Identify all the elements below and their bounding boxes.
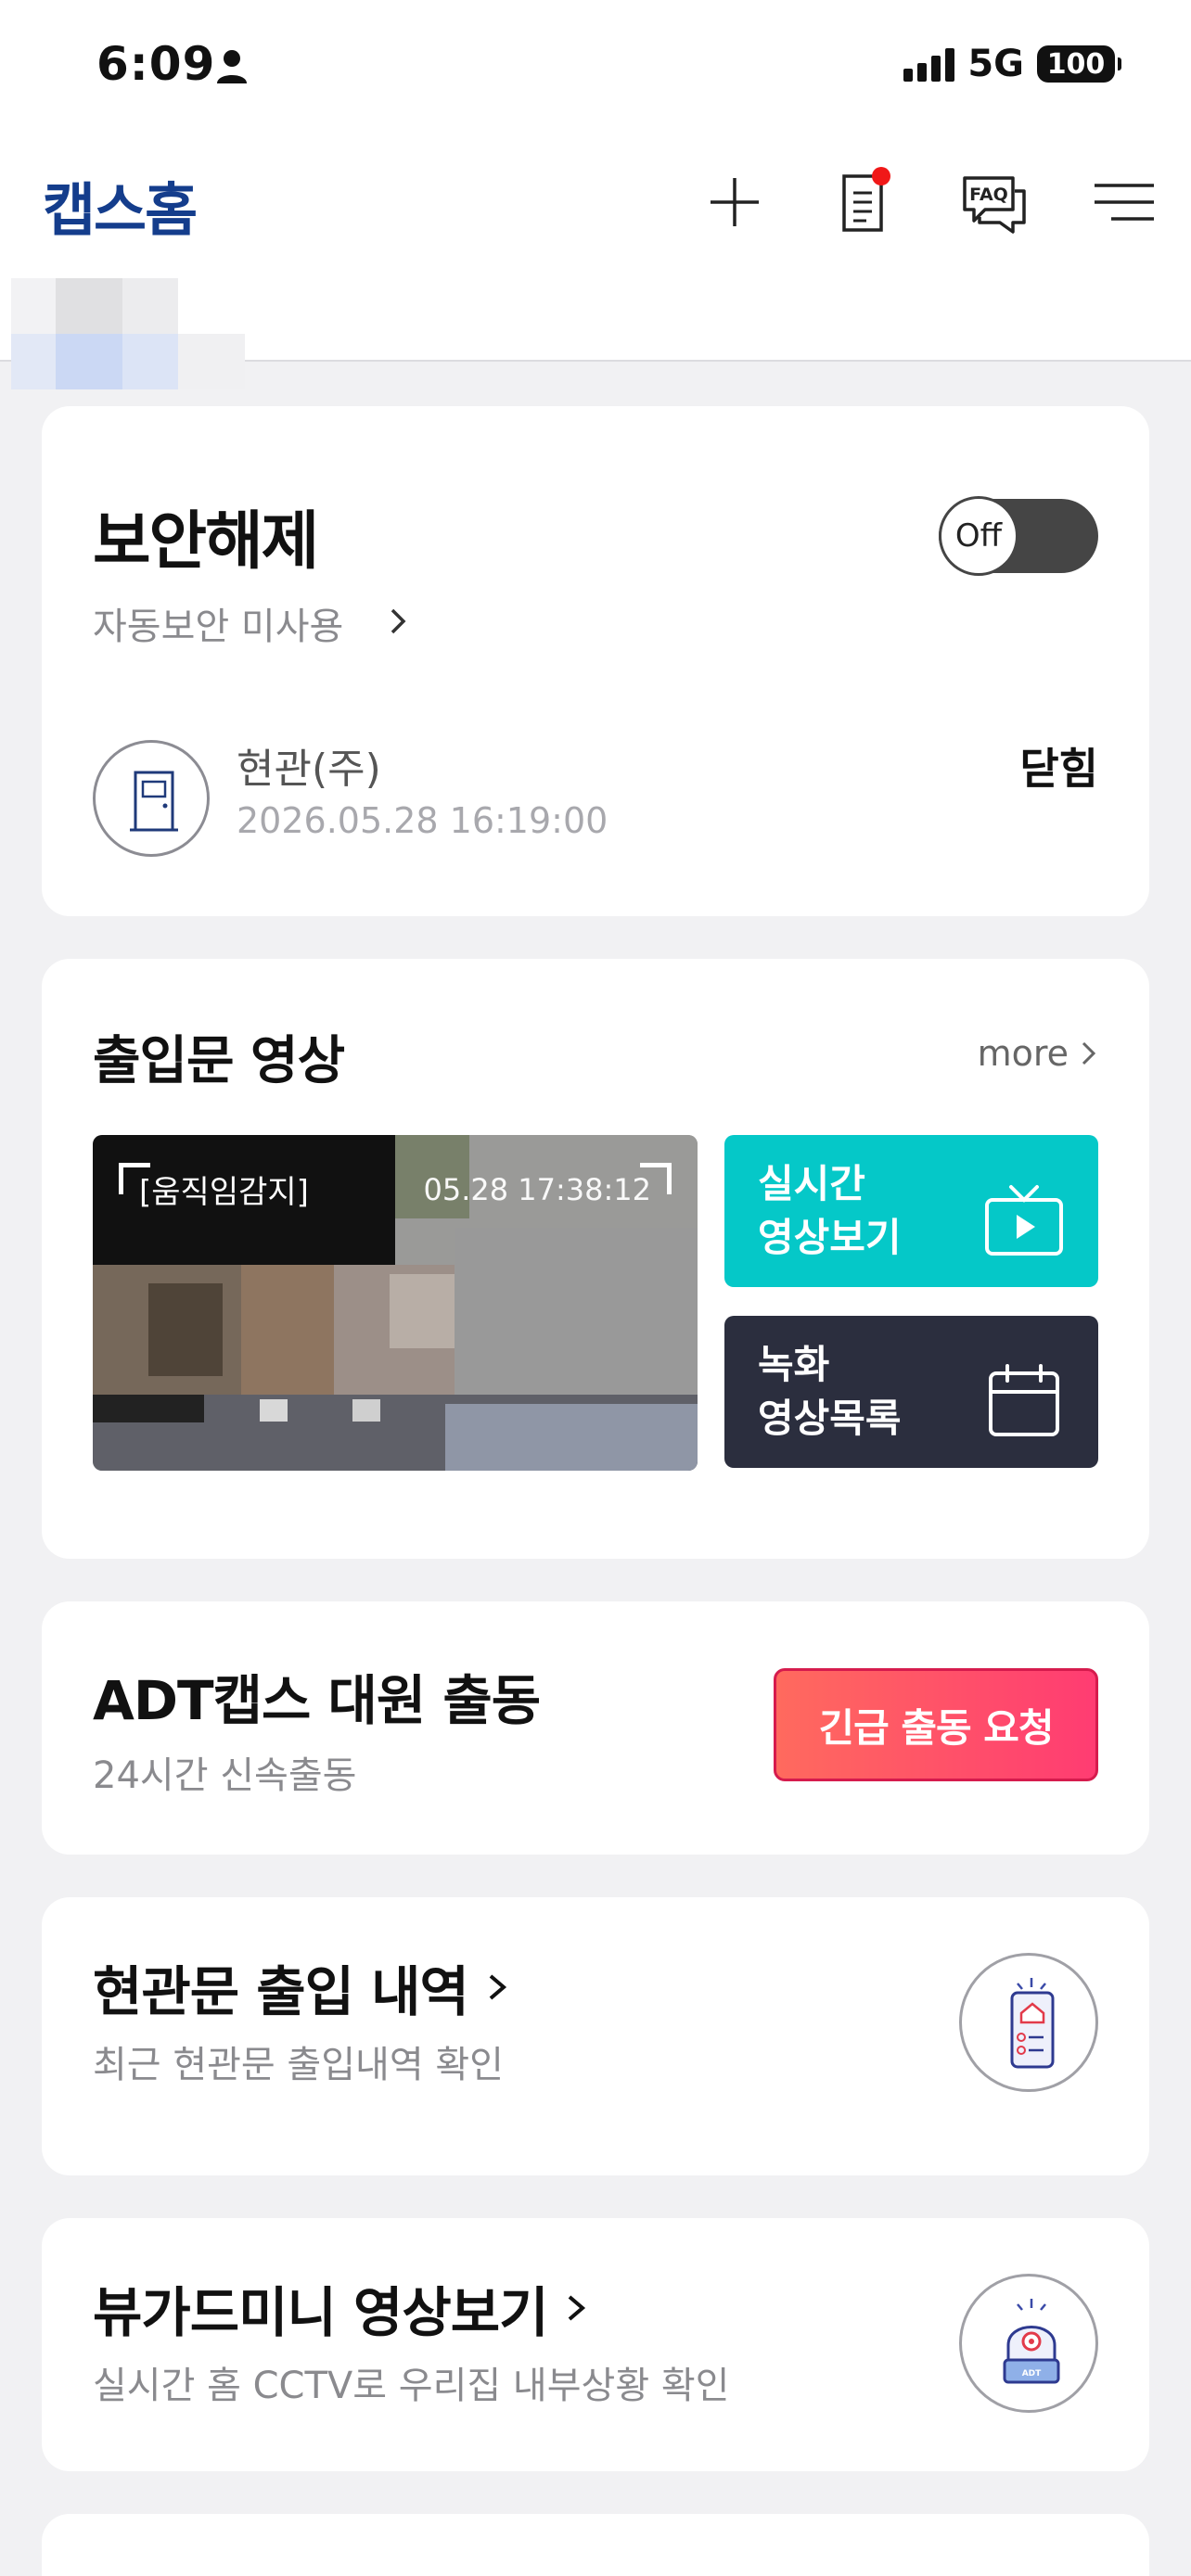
status-time: 6:09 — [96, 37, 216, 91]
chevron-right-icon — [1082, 1041, 1096, 1065]
chevron-right-icon — [489, 1974, 506, 2000]
video-thumbnail[interactable]: [움직임감지] 05.28 17:38:12 — [93, 1135, 698, 1471]
person-icon — [217, 50, 247, 83]
network-type: 5G — [967, 43, 1024, 85]
next-card — [42, 2514, 1149, 2576]
live-button-line1: 실시간 — [758, 1161, 865, 1206]
video-timestamp: 05.28 17:38:12 — [423, 1172, 652, 1207]
status-bar: 6:09 5G 100 — [0, 0, 1191, 130]
viewguard-subtitle: 실시간 홈 CCTV로 우리집 내부상황 확인 — [93, 2365, 730, 2407]
battery-icon: 100 — [1037, 45, 1121, 83]
calendar-icon — [989, 1364, 1059, 1436]
emergency-dispatch-button[interactable]: 긴급 출동 요청 — [774, 1668, 1098, 1781]
viewguard-title-text: 뷰가드미니 영상보기 — [93, 2281, 548, 2344]
battery-level: 100 — [1046, 47, 1106, 81]
video-section-title: 출입문 영상 — [93, 1031, 345, 1091]
dispatch-card: ADT캡스 대원 출동 24시간 신속출동 긴급 출동 요청 — [42, 1601, 1149, 1855]
add-icon[interactable] — [698, 165, 772, 239]
chevron-right-icon — [569, 2295, 586, 2321]
dispatch-subtitle: 24시간 신속출동 — [93, 1754, 357, 1797]
entrance-video-card: 출입문 영상 more [움직임감지] 05.28 17:38:12 실시간 영… — [42, 959, 1149, 1559]
security-toggle[interactable]: Off — [939, 496, 1098, 576]
live-video-button[interactable]: 실시간 영상보기 — [724, 1135, 1098, 1287]
notification-dot — [872, 167, 890, 185]
signal-icon — [903, 46, 955, 82]
door-state: 닫힘 — [1019, 744, 1098, 794]
app-logo[interactable]: 캡스홈 — [43, 163, 198, 247]
dispatch-title: ADT캡스 대원 출동 — [93, 1669, 541, 1732]
live-button-line2: 영상보기 — [758, 1215, 902, 1260]
viewguard-card[interactable]: 뷰가드미니 영상보기 실시간 홈 CCTV로 우리집 내부상황 확인 ADT — [42, 2218, 1149, 2471]
menu-icon[interactable] — [1087, 165, 1161, 239]
motion-event-label: [움직임감지] — [139, 1174, 309, 1211]
svg-text:FAQ: FAQ — [969, 185, 1008, 205]
more-link[interactable]: more — [978, 1033, 1098, 1074]
recorded-video-list-button[interactable]: 녹화 영상목록 — [724, 1316, 1098, 1468]
entry-history-title-text: 현관문 출입 내역 — [93, 1960, 469, 2023]
door-icon — [93, 740, 210, 857]
entry-history-title: 현관문 출입 내역 — [93, 1948, 511, 2026]
svg-text:ADT: ADT — [1022, 2369, 1042, 2378]
more-label: more — [977, 1033, 1069, 1074]
security-card: 보안해제 Off 자동보안 미사용 현관(주) 2026.05.28 16:19… — [42, 406, 1149, 916]
cctv-camera-icon: ADT — [959, 2274, 1098, 2413]
viewguard-title: 뷰가드미니 영상보기 — [93, 2269, 590, 2347]
chevron-right-icon[interactable] — [385, 603, 413, 640]
security-status-title: 보안해제 — [93, 505, 319, 579]
redacted-address — [11, 278, 245, 389]
door-name: 현관(주) — [237, 746, 381, 793]
tv-play-icon — [985, 1185, 1063, 1256]
entry-history-card[interactable]: 현관문 출입 내역 최근 현관문 출입내역 확인 — [42, 1897, 1149, 2175]
faq-icon[interactable]: FAQ — [957, 165, 1031, 239]
app-header: 캡스홈 FAQ — [0, 130, 1191, 389]
record-button-line1: 녹화 — [758, 1342, 830, 1387]
toggle-knob: Off — [939, 496, 1018, 576]
door-timestamp: 2026.05.28 16:19:00 — [237, 800, 608, 841]
auto-security-link[interactable]: 자동보안 미사용 — [93, 596, 343, 650]
record-button-line2: 영상목록 — [758, 1396, 902, 1441]
notice-icon[interactable] — [826, 165, 900, 239]
entry-history-subtitle: 최근 현관문 출입내역 확인 — [93, 2044, 504, 2086]
door-log-icon — [959, 1953, 1098, 2092]
